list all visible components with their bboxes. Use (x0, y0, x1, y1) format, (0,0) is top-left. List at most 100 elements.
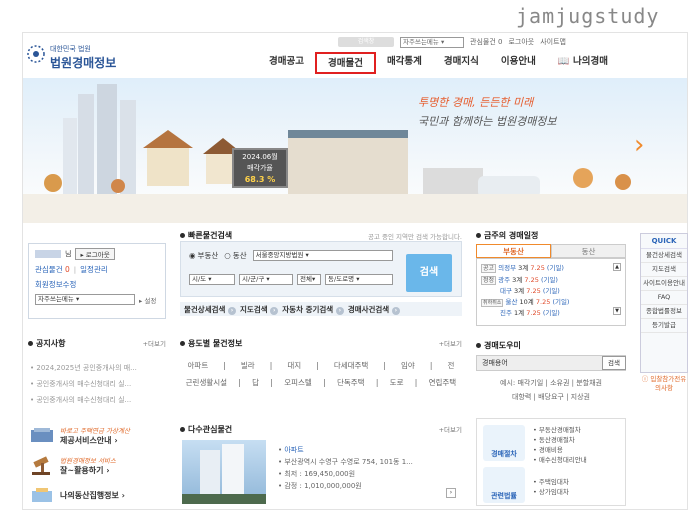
dictionary-title: 경매도우미 (476, 340, 521, 351)
interest-items-link[interactable]: 관심물건 0 (35, 264, 70, 275)
frequent-menu-select[interactable]: 자주쓰는메뉴 ▾ (400, 36, 464, 48)
tab-movable[interactable]: 동산 (551, 244, 626, 258)
sigungu-select[interactable]: 시/군/구 ▾ (239, 274, 293, 285)
schedule-row[interactable]: 취하취소 울산 10계 7.25 (기일) (481, 297, 569, 309)
service-usage-link[interactable]: 법원경매정보 서비스 잘~활용하기 › (28, 452, 166, 478)
use-land[interactable]: 대지 (287, 357, 301, 374)
schedule-down-button[interactable]: ▼ (613, 307, 621, 315)
court-select[interactable]: 서울중앙지방법원 ▾ (252, 250, 393, 261)
arrow-icon: › (335, 306, 344, 315)
nav-sale-stats[interactable]: 매각통계 (376, 52, 433, 74)
radio-movable[interactable]: ○ 동산 (224, 250, 246, 261)
schedule-manage-link[interactable]: 일정관리 (80, 264, 108, 275)
sido-select[interactable]: 시/도 ▾ (189, 274, 235, 285)
schedule-row[interactable]: 공고 의정부 3계 7.25 (기일) (481, 263, 569, 275)
bullet-icon (28, 341, 33, 346)
nav-usage-guide[interactable]: 이용안내 (490, 52, 547, 74)
dictionary-line[interactable]: 대항력 | 배당요구 | 지상권 (476, 390, 626, 404)
dictionary-line[interactable]: 예시: 매각기일 | 소유권 | 분할채권 (476, 376, 626, 390)
service-movable-link[interactable]: 나의동산집행정보 › (28, 482, 166, 508)
property-photo[interactable] (182, 440, 266, 504)
use-forest[interactable]: 임야 (401, 357, 415, 374)
law-item[interactable]: • 주택임대차 (533, 477, 569, 487)
use-detached[interactable]: 단독주택 (337, 374, 365, 391)
map-search-link[interactable]: 지도검색 › (240, 304, 279, 315)
util-link-sitemap[interactable]: 사이트맵 (540, 37, 566, 47)
use-paddy[interactable]: 답 (252, 374, 259, 391)
procedure-item[interactable]: • 부동산경매절차 (533, 425, 587, 435)
schedule-date: 7.25 (526, 287, 541, 295)
dictionary-search-button[interactable]: 검색 (602, 356, 626, 370)
multi-interest-next-button[interactable]: › (446, 488, 456, 498)
use-villa[interactable]: 빌라 (241, 357, 255, 374)
schedule-row[interactable]: 진주 1계 7.25 (기일) (481, 308, 569, 319)
dong-select[interactable]: 동/도로명 ▾ (325, 274, 393, 285)
banner-next-arrow-icon[interactable]: › (634, 130, 644, 160)
property-address[interactable]: • 부산광역시 수영구 수영로 754, 101동 1... (278, 456, 413, 468)
use-apartment[interactable]: 아파트 (188, 357, 209, 374)
schedule-title: 금주의 경매일정 (476, 230, 538, 241)
notice-more-link[interactable]: +더보기 (143, 338, 166, 349)
min-price-label: 최저 (284, 470, 298, 478)
property-address-text: 부산광역시 수영구 수영로 754, 101동 1... (284, 458, 413, 466)
use-multiplex[interactable]: 다세대주택 (334, 357, 369, 374)
service-guide-link[interactable]: 바로고 주택연금 가상계산 제공서비스안내 › (28, 422, 166, 448)
util-link-logout[interactable]: 로그아웃 (508, 37, 534, 47)
util-search-input[interactable]: 검색창 (338, 37, 394, 47)
quick-site-guide[interactable]: 사이트이용안내 (641, 277, 687, 291)
notice-list: • 2024,2025년 공인중개사의 매... • 공인중개사의 매수신청대리… (30, 360, 166, 408)
bid-caution-link[interactable]: ⓘ 입찰참가전유의사항 (640, 375, 688, 393)
procedure-item[interactable]: • 매수신청대리안내 (533, 455, 587, 465)
notice-item[interactable]: • 공인중개사의 매수신청대리 실... (30, 392, 166, 408)
quick-detail-search[interactable]: 물건상세검색 (641, 249, 687, 263)
tab-realty[interactable]: 부동산 (476, 244, 551, 258)
use-officetel[interactable]: 오피스텔 (284, 374, 312, 391)
law-item[interactable]: • 상가임대차 (533, 487, 569, 497)
billboard-label: 매각가율 (247, 164, 273, 172)
settings-link[interactable]: ▸ 설정 (139, 295, 156, 305)
detail-search-link[interactable]: 물건상세검색 › (184, 304, 237, 315)
schedule-row[interactable]: 대구 3계 7.25 (기일) (481, 286, 569, 297)
logout-button[interactable]: ▸ 로그아웃 (75, 248, 115, 260)
related-law-icon[interactable]: 관련법률 (483, 467, 525, 503)
radio-movable-label: 동산 (232, 251, 247, 260)
schedule-row[interactable]: 정정 광주 3계 7.25 (기일) (481, 275, 569, 287)
schedule-up-button[interactable]: ▲ (613, 263, 621, 271)
procedure-item[interactable]: • 동산경매절차 (533, 435, 587, 445)
nav-my-auction[interactable]: 📖 나의경매 (547, 52, 619, 74)
multi-interest-more-link[interactable]: +더보기 (439, 424, 462, 435)
dictionary-examples: 예시: 매각기일 | 소유권 | 분할채권 대항력 | 배당요구 | 지상권 (476, 376, 626, 404)
quick-registry[interactable]: 등기발급 (641, 319, 687, 333)
login-frequent-menu-select[interactable]: 자주쓰는메뉴 ▾ (35, 294, 135, 305)
schedule-court: 의정부 (498, 264, 517, 272)
vehicle-search-link[interactable]: 자동차 중기검색 › (282, 304, 344, 315)
site-logo[interactable]: 대한민국 법원 법원경매정보 (26, 42, 136, 72)
quick-map-search[interactable]: 지도검색 (641, 263, 687, 277)
use-search-more-link[interactable]: +더보기 (439, 338, 462, 349)
procedure-item-text: 매수신청대리안내 (538, 456, 587, 464)
court-emblem-icon (27, 45, 45, 63)
sido-select-value: 시/도 (192, 275, 207, 283)
user-suffix: 님 (65, 250, 72, 258)
case-search-link[interactable]: 경매사건검색 › (348, 304, 400, 315)
procedure-item[interactable]: • 경매비용 (533, 445, 587, 455)
nav-auction-notice[interactable]: 경매공고 (258, 52, 315, 74)
notice-item[interactable]: • 공인중개사의 매수신청대리 실... (30, 376, 166, 392)
use-neighborhood[interactable]: 근린생활시설 (186, 374, 227, 391)
notice-item[interactable]: • 2024,2025년 공인중개사의 매... (30, 360, 166, 376)
all-select[interactable]: 전체▾ (297, 274, 321, 285)
use-field[interactable]: 전 (447, 357, 454, 374)
use-road[interactable]: 도로 (390, 374, 404, 391)
use-rowhouse[interactable]: 연립주택 (429, 374, 457, 391)
util-link-interest[interactable]: 관심물건 0 (470, 37, 502, 47)
nav-auction-knowledge[interactable]: 경매지식 (433, 52, 490, 74)
quick-search-button[interactable]: 검색 (406, 254, 452, 292)
radio-realty[interactable]: ◉ 부동산 (189, 250, 218, 261)
utility-bar: 검색창 자주쓰는메뉴 ▾ 관심물건 0 로그아웃 사이트맵 (338, 35, 566, 49)
quick-faq[interactable]: FAQ (641, 291, 687, 305)
property-type[interactable]: • 아파트 (278, 444, 413, 456)
member-edit-link[interactable]: 회원정보수정 (35, 279, 76, 290)
auction-procedure-icon[interactable]: 경매절차 (483, 425, 525, 461)
nav-auction-items[interactable]: 경매물건 (314, 52, 376, 74)
quick-legal-info[interactable]: 종합법률정보 (641, 305, 687, 319)
